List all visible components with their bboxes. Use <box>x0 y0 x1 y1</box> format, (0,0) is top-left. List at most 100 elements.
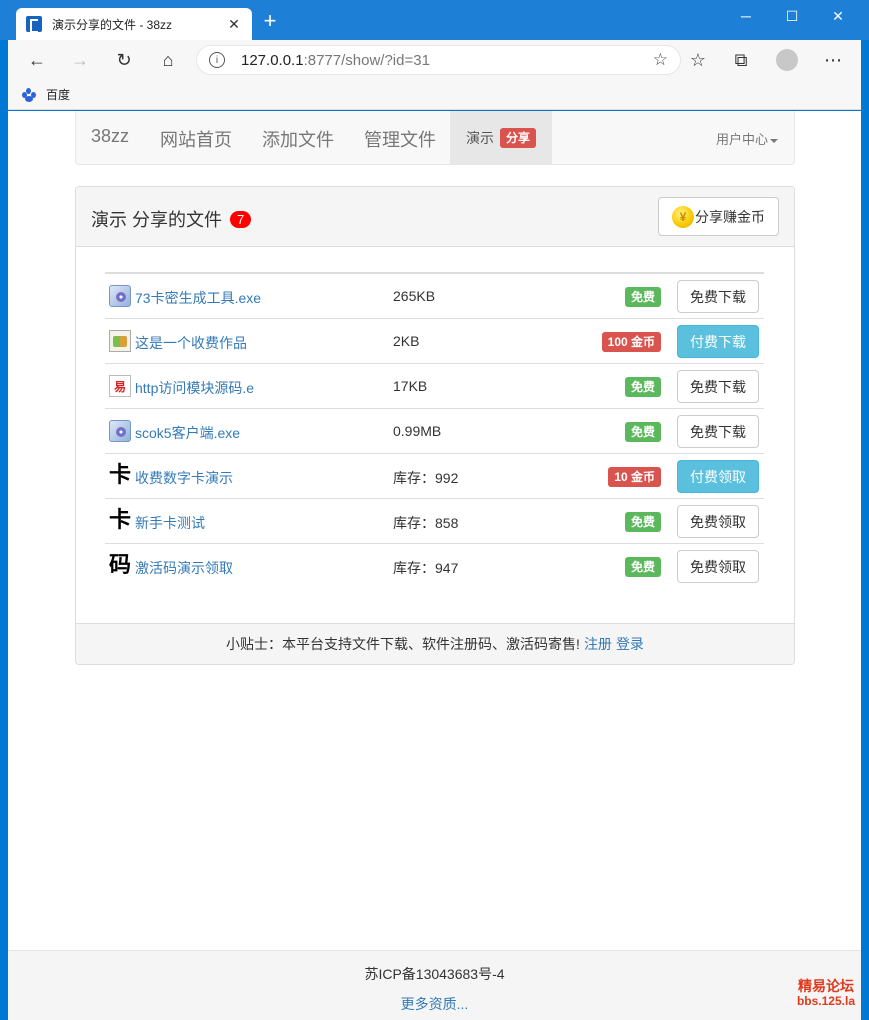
page-viewport: 38zz 网站首页 添加文件 管理文件 演示 分享 用户中心 演示 分享的文件 7… <box>8 111 861 1020</box>
price-label: 免费 <box>624 512 661 532</box>
panel-footer: 小贴士：本平台支持文件下载、软件注册码、激活码寄售! 注册 登录 <box>76 623 794 664</box>
file-name-link[interactable]: 激活码演示领取 <box>135 558 233 578</box>
minimize-icon[interactable]: ─ <box>723 0 769 32</box>
nav-link-home[interactable]: 网站首页 <box>160 126 232 152</box>
browser-toolbar: ← → ↻ ⌂ i 127.0.0.1 :8777/show/?id=31 ☆ … <box>8 40 861 80</box>
page-footer: 苏ICP备13043683号-4 更多资质... 精易论坛 bbs.125.la <box>8 950 861 1020</box>
file-name-link[interactable]: http访问模块源码.e <box>135 378 254 398</box>
register-link[interactable]: 注册 <box>584 634 612 654</box>
watermark-url: bbs.125.la <box>796 994 855 1008</box>
table-row: scok5客户端.exe 0.99MB 免费 免费下载 <box>105 409 764 454</box>
file-name-link[interactable]: 这是一个收费作品 <box>135 333 247 353</box>
nav-active-text: 演示 <box>466 129 494 146</box>
panel-title: 演示 分享的文件 7 <box>91 206 252 232</box>
refresh-icon[interactable]: ↻ <box>109 46 139 74</box>
file-size: 库存：992 <box>393 470 459 486</box>
table-row: 卡新手卡测试 库存：858 免费 免费领取 <box>105 499 764 544</box>
icp-number[interactable]: 苏ICP备13043683号-4 <box>8 964 861 984</box>
card-icon: 卡 <box>108 508 131 533</box>
file-name-link[interactable]: 收费数字卡演示 <box>135 468 233 488</box>
new-tab-icon[interactable]: + <box>258 10 282 34</box>
share-button-label: 分享赚金币 <box>695 208 765 225</box>
panel-title-text: 演示 分享的文件 <box>91 210 223 230</box>
nav-brand[interactable]: 38zz <box>91 126 129 147</box>
address-path: :8777/show/?id=31 <box>303 51 430 69</box>
price-label: 100 金币 <box>601 332 661 352</box>
free-action-button[interactable]: 免费下载 <box>677 280 759 313</box>
file-size: 17KB <box>393 378 428 394</box>
caret-down-icon <box>770 138 778 143</box>
site-info-icon[interactable]: i <box>209 52 225 68</box>
forward-icon[interactable]: → <box>65 46 95 74</box>
e-file-icon: 易 <box>108 374 132 398</box>
table-row: 码激活码演示领取 库存：947 免费 免费领取 <box>105 544 764 589</box>
maximize-icon[interactable]: ☐ <box>769 0 815 32</box>
file-size: 265KB <box>393 288 436 304</box>
free-action-button[interactable]: 免费下载 <box>677 415 759 448</box>
free-action-button[interactable]: 免费领取 <box>677 550 759 583</box>
file-size: 2KB <box>393 333 420 349</box>
tip-text: 小贴士：本平台支持文件下载、软件注册码、激活码寄售! <box>226 636 580 652</box>
site-favicon-icon <box>26 16 42 33</box>
bookmarks-bar: 百度 <box>8 80 861 110</box>
browser-tab[interactable]: 演示分享的文件 - 38zz ✕ <box>16 8 252 40</box>
file-count-badge: 7 <box>230 211 252 228</box>
share-earn-coins-button[interactable]: ¥ 分享赚金币 <box>658 197 779 236</box>
file-name-link[interactable]: 73卡密生成工具.exe <box>135 288 261 308</box>
bookmark-baidu[interactable]: 百度 <box>46 86 70 103</box>
price-label: 免费 <box>624 557 661 577</box>
user-center-label: 用户中心 <box>715 132 768 147</box>
exe-icon <box>108 284 132 308</box>
profile-avatar-icon[interactable] <box>772 46 802 74</box>
browser-window: 演示分享的文件 - 38zz ✕ + ─ ☐ ✕ ← → ↻ ⌂ i 127.0… <box>0 0 869 1020</box>
collections-icon[interactable]: ⧉ <box>726 46 756 74</box>
table-row: 73卡密生成工具.exe 265KB 免费 免费下载 <box>105 274 764 319</box>
price-label: 免费 <box>624 287 661 307</box>
price-label: 免费 <box>624 422 661 442</box>
panel-heading: 演示 分享的文件 7 ¥ 分享赚金币 <box>76 187 794 247</box>
favorite-star-icon[interactable]: ☆ <box>653 50 668 70</box>
share-label: 分享 <box>500 127 537 148</box>
file-size: 库存：858 <box>393 515 459 531</box>
forum-watermark: 精易论坛 bbs.125.la <box>797 979 855 1009</box>
home-icon[interactable]: ⌂ <box>153 46 183 74</box>
price-label: 10 金币 <box>608 467 661 487</box>
tab-title: 演示分享的文件 - 38zz <box>52 17 173 32</box>
close-tab-icon[interactable]: ✕ <box>226 16 242 33</box>
free-action-button[interactable]: 免费领取 <box>677 505 759 538</box>
more-qualifications-link[interactable]: 更多资质... <box>8 994 861 1014</box>
table-row: 易 http访问模块源码.e 17KB 免费 免费下载 <box>105 364 764 409</box>
code-icon: 码 <box>108 553 131 578</box>
address-host: 127.0.0.1 <box>241 51 304 69</box>
more-menu-icon[interactable]: ⋯ <box>818 46 848 74</box>
exe-icon <box>108 419 132 443</box>
close-window-icon[interactable]: ✕ <box>815 0 861 32</box>
shared-files-panel: 演示 分享的文件 7 ¥ 分享赚金币 73卡密生成工具.exe 265KB 免费 免费下… <box>75 186 795 665</box>
nav-link-demo-share[interactable]: 演示 分享 <box>450 111 552 164</box>
price-label: 免费 <box>624 377 661 397</box>
baidu-paw-icon <box>22 87 36 102</box>
user-center-dropdown[interactable]: 用户中心 <box>716 129 778 148</box>
favorites-icon[interactable]: ☆ <box>683 46 713 74</box>
paid-action-button[interactable]: 付费领取 <box>677 460 759 493</box>
file-name-link[interactable]: scok5客户端.exe <box>135 423 240 443</box>
file-size: 库存：947 <box>393 560 459 576</box>
file-size: 0.99MB <box>393 423 442 439</box>
address-bar[interactable]: i 127.0.0.1 :8777/show/?id=31 ☆ <box>196 45 681 75</box>
back-icon[interactable]: ← <box>22 46 52 74</box>
tab-bar: 演示分享的文件 - 38zz ✕ + ─ ☐ ✕ <box>0 0 869 40</box>
image-icon <box>108 329 132 353</box>
login-link[interactable]: 登录 <box>616 634 644 654</box>
card-icon: 卡 <box>108 463 131 488</box>
nav-link-add-file[interactable]: 添加文件 <box>262 126 334 152</box>
free-action-button[interactable]: 免费下载 <box>677 370 759 403</box>
site-navbar: 38zz 网站首页 添加文件 管理文件 演示 分享 用户中心 <box>75 111 795 165</box>
paid-action-button[interactable]: 付费下载 <box>677 325 759 358</box>
file-name-link[interactable]: 新手卡测试 <box>135 513 205 533</box>
file-table: 73卡密生成工具.exe 265KB 免费 免费下载 这是一个收费作品 2KB 100 金币… <box>105 272 764 589</box>
watermark-title: 精易论坛 <box>797 978 854 994</box>
gold-coin-icon: ¥ <box>672 205 694 228</box>
nav-link-manage-files[interactable]: 管理文件 <box>364 126 436 152</box>
table-row: 卡收费数字卡演示 库存：992 10 金币 付费领取 <box>105 454 764 499</box>
table-row: 这是一个收费作品 2KB 100 金币 付费下载 <box>105 319 764 364</box>
